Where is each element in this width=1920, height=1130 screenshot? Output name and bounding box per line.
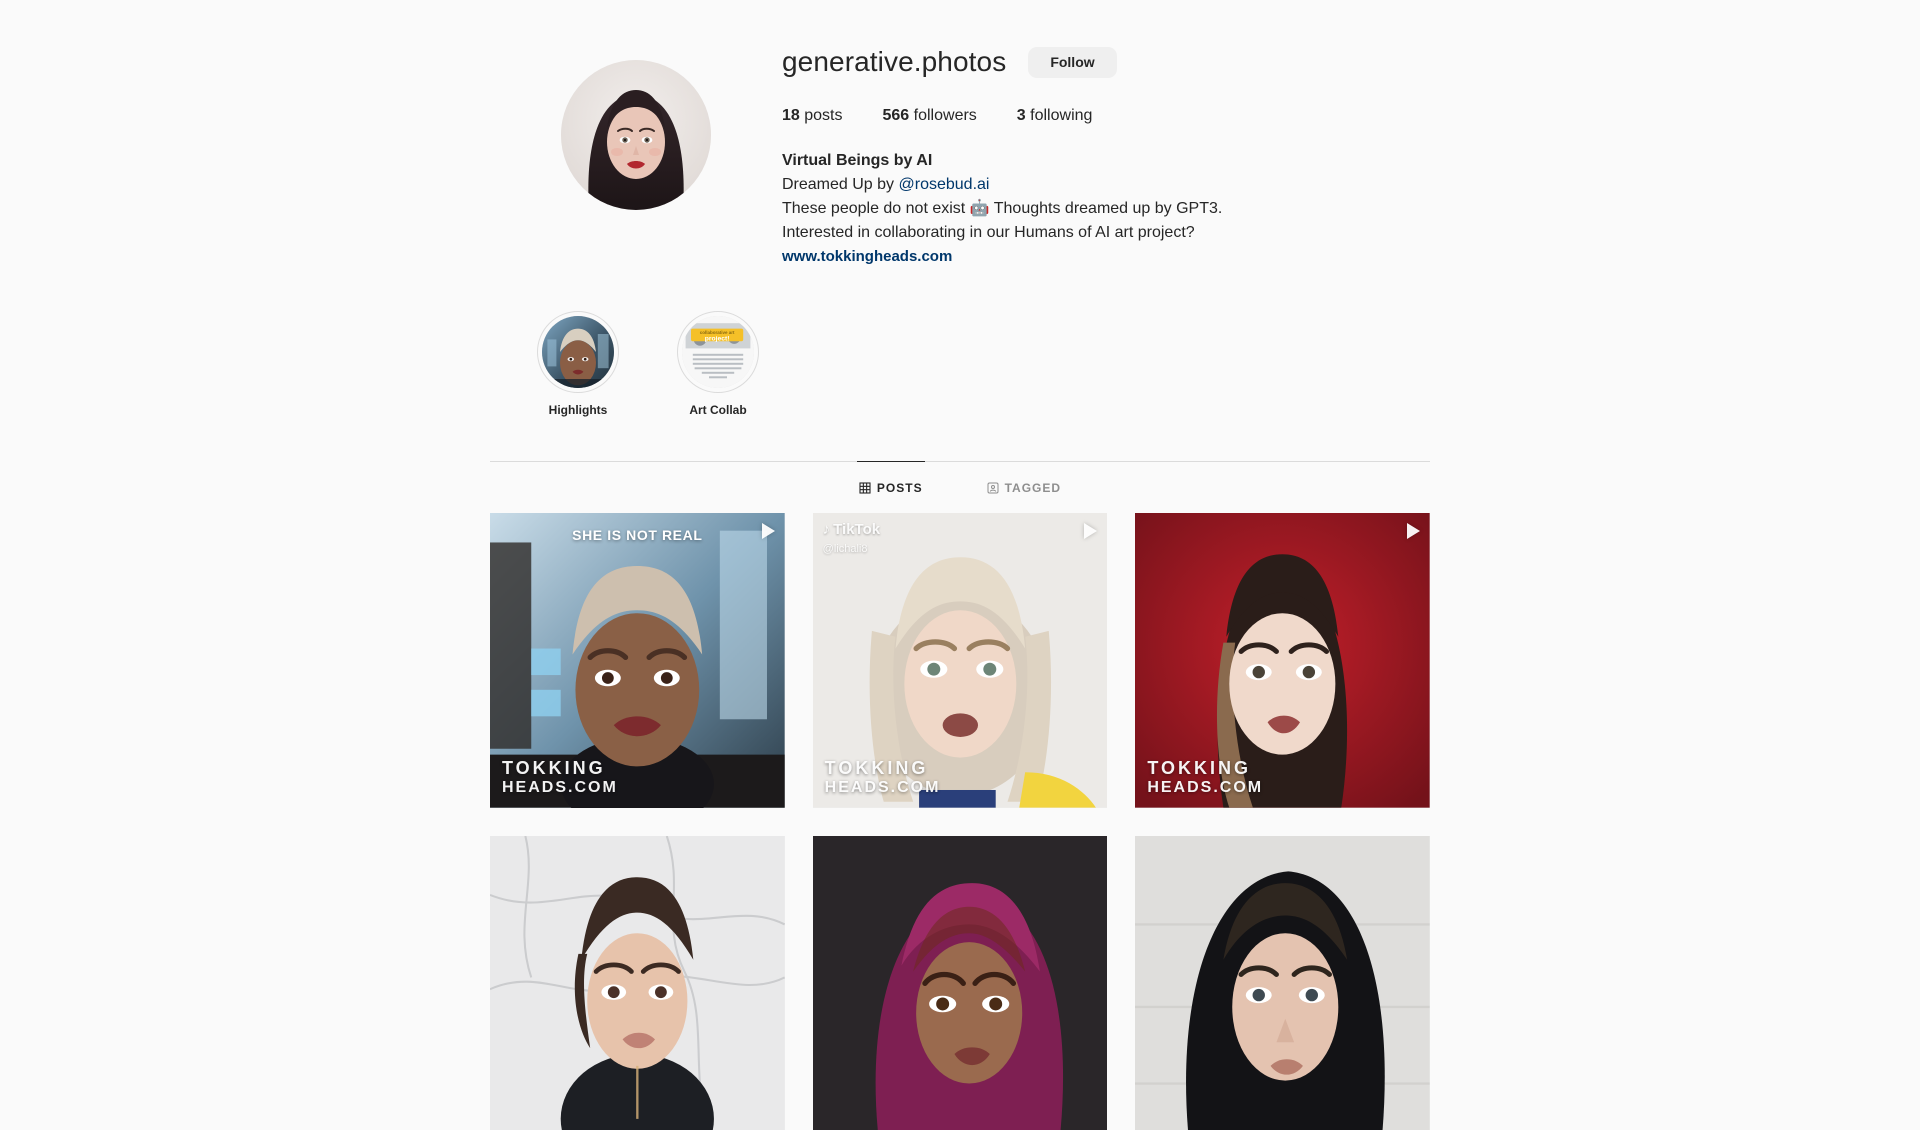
profile-header: generative.photos Follow 18 posts 566 fo…: [490, 38, 1430, 269]
page-title: generative.photos: [782, 46, 1007, 77]
post-watermark: TOKKING HEADS.COM: [825, 758, 941, 798]
post-marble-portrait[interactable]: [490, 835, 785, 1130]
bio-display-name: Virtual Beings by AI: [782, 152, 933, 169]
post-red-background-portrait[interactable]: TOKKING HEADS.COM: [1135, 513, 1430, 808]
highlight-label: Art Collab: [689, 403, 747, 417]
post-tiktok-blonde[interactable]: ♪ TikTok @lichali8 TOKKING HEADS.COM: [812, 513, 1108, 808]
posts-label: posts: [804, 107, 843, 124]
posts-count: 18: [782, 107, 800, 124]
post-hoodie-portrait[interactable]: [1135, 835, 1430, 1130]
bio-description: These people do not exist 🤖 Thoughts dre…: [782, 200, 1223, 241]
highlight-art-collab[interactable]: collaborative art project! Art Collab: [666, 311, 770, 417]
tiktok-watermark: ♪ TikTok @lichali8: [823, 521, 880, 558]
post-caption: SHE IS NOT REAL: [572, 527, 703, 543]
watermark-line-1: TOKKING: [1147, 757, 1251, 778]
grid-icon: [859, 481, 871, 494]
instagram-profile-page: generative.photos Follow 18 posts 566 fo…: [0, 0, 1920, 1130]
profile-info: generative.photos Follow 18 posts 566 fo…: [782, 38, 1430, 269]
tab-tagged-label: TAGGED: [1004, 480, 1062, 495]
bio-credit-line: Dreamed Up by @rosebud.ai: [782, 173, 1272, 197]
bio-website-link[interactable]: www.tokkingheads.com: [782, 245, 1272, 269]
video-play-icon: [1084, 523, 1098, 539]
music-note-icon: ♪: [822, 521, 831, 538]
tab-tagged[interactable]: TAGGED: [985, 461, 1063, 513]
post-watermark: TOKKING HEADS.COM: [1147, 758, 1263, 798]
followers-count: 566: [882, 107, 910, 124]
tab-posts[interactable]: POSTS: [856, 461, 925, 513]
post-watermark: TOKKING HEADS.COM: [502, 758, 618, 798]
video-play-icon: [1406, 523, 1420, 539]
watermark-line-2: HEADS.COM: [1147, 778, 1264, 796]
svg-text:project!: project!: [705, 335, 730, 342]
following-label: following: [1030, 107, 1093, 124]
post-thumbnail: [490, 835, 785, 1130]
watermark-line-2: HEADS.COM: [502, 778, 618, 796]
username-row: generative.photos Follow: [782, 42, 1430, 82]
tiktok-handle: @lichali8: [822, 543, 868, 555]
highlight-ring: collaborative art project!: [677, 311, 759, 393]
profile-tabs: POSTS TAGGED: [490, 461, 1430, 513]
avatar[interactable]: [561, 60, 711, 210]
highlight-thumb-art-collab: collaborative art project!: [682, 316, 754, 388]
stats-row: 18 posts 566 followers 3 following: [782, 104, 1430, 128]
tiktok-brand: TikTok: [833, 521, 881, 538]
post-thumbnail: [1135, 835, 1430, 1130]
followers-label: followers: [913, 107, 977, 124]
tagged-person-icon: [987, 482, 999, 494]
bio: Virtual Beings by AI Dreamed Up by @rose…: [782, 149, 1272, 269]
highlight-ring: [537, 311, 619, 393]
post-grid: SHE IS NOT REAL TOKKING HEADS.COM ♪ TikT…: [490, 513, 1430, 1130]
watermark-line-1: TOKKING: [824, 757, 929, 778]
story-highlights: Highlights collaborative art project! Ar…: [490, 311, 1430, 417]
watermark-line-2: HEADS.COM: [824, 778, 941, 796]
tab-posts-label: POSTS: [876, 480, 923, 495]
stat-following[interactable]: 3 following: [1017, 104, 1093, 128]
highlight-thumb-portrait: [542, 316, 614, 388]
stat-followers[interactable]: 566 followers: [883, 104, 977, 128]
svg-text:collaborative art: collaborative art: [700, 330, 735, 335]
watermark-line-1: TOKKING: [502, 757, 606, 778]
post-headscarf-portrait[interactable]: [812, 835, 1108, 1130]
following-count: 3: [1016, 107, 1026, 124]
avatar-column: [490, 38, 782, 210]
highlight-highlights[interactable]: Highlights: [526, 311, 630, 417]
post-she-is-not-real[interactable]: SHE IS NOT REAL TOKKING HEADS.COM: [490, 513, 785, 808]
follow-button[interactable]: Follow: [1028, 46, 1117, 78]
bio-credit-prefix: Dreamed Up by: [782, 176, 899, 193]
highlight-label: Highlights: [548, 403, 608, 417]
profile-avatar-photo: [561, 60, 711, 210]
mention-rosebud-ai[interactable]: @rosebud.ai: [899, 176, 990, 193]
post-thumbnail: [812, 835, 1108, 1130]
video-play-icon: [761, 523, 775, 539]
stat-posts[interactable]: 18 posts: [782, 104, 843, 128]
profile-container: generative.photos Follow 18 posts 566 fo…: [490, 0, 1430, 1130]
